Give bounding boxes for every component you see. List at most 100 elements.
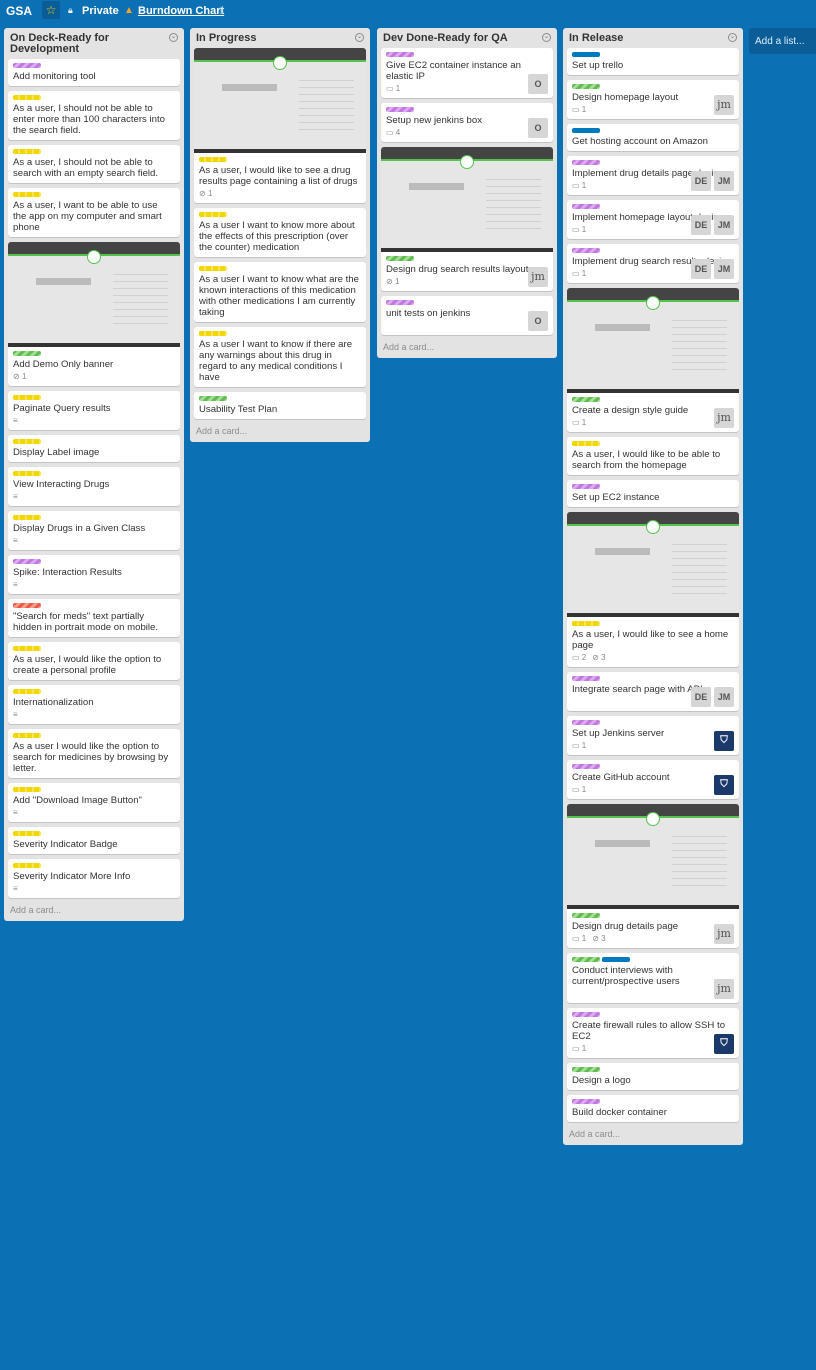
card[interactable]: As a user I want to know more about the …: [194, 208, 366, 257]
member-avatar[interactable]: JM: [714, 215, 734, 235]
member-avatar[interactable]: DE: [691, 687, 711, 707]
red-label[interactable]: [13, 603, 41, 608]
yellow-label[interactable]: [13, 515, 41, 520]
member-avatar[interactable]: DE: [691, 215, 711, 235]
member-avatar[interactable]: DE: [691, 259, 711, 279]
card[interactable]: As a user, I would like the option to cr…: [8, 642, 180, 680]
card[interactable]: Design drug details page ▭ 1 ⊘ 3 jm: [567, 804, 739, 948]
yellow-label[interactable]: [572, 621, 600, 626]
add-list-button[interactable]: Add a list...: [749, 28, 816, 54]
green-label[interactable]: [386, 256, 414, 261]
member-avatar[interactable]: jm: [714, 924, 734, 944]
card[interactable]: Add Demo Only banner ⊘ 1: [8, 242, 180, 386]
card[interactable]: Create GitHub account ▭ 1 ⛉: [567, 760, 739, 799]
card[interactable]: As a user, I want to be able to use the …: [8, 188, 180, 237]
card[interactable]: Display Label image: [8, 435, 180, 462]
card[interactable]: Create a design style guide ▭ 1 jm: [567, 288, 739, 432]
card[interactable]: Integrate search page with API DE JM: [567, 672, 739, 711]
yellow-label[interactable]: [13, 192, 41, 197]
member-avatar[interactable]: jm: [714, 95, 734, 115]
yellow-label[interactable]: [13, 831, 41, 836]
yellow-label[interactable]: [13, 689, 41, 694]
blue-label[interactable]: [602, 957, 630, 962]
card[interactable]: Get hosting account on Amazon: [567, 124, 739, 151]
member-avatar[interactable]: JM: [714, 171, 734, 191]
card[interactable]: Implement drug details page design ▭ 1 DE J…: [567, 156, 739, 195]
card[interactable]: View Interacting Drugs ≡: [8, 467, 180, 506]
purple-label[interactable]: [572, 676, 600, 681]
purple-label[interactable]: [572, 160, 600, 165]
burndown-chart-link[interactable]: Burndown Chart: [138, 5, 224, 17]
green-label[interactable]: [572, 913, 600, 918]
purple-label[interactable]: [572, 204, 600, 209]
add-card-link[interactable]: Add a card...: [4, 903, 184, 921]
list-menu-icon[interactable]: ⌄: [355, 33, 364, 42]
purple-label[interactable]: [13, 63, 41, 68]
purple-label[interactable]: [572, 248, 600, 253]
card[interactable]: Severity Indicator More Info ≡: [8, 859, 180, 898]
yellow-label[interactable]: [13, 787, 41, 792]
card[interactable]: Spike: Interaction Results ≡: [8, 555, 180, 594]
yellow-label[interactable]: [13, 95, 41, 100]
card[interactable]: As a user, I would like to be able to se…: [567, 437, 739, 475]
green-label[interactable]: [572, 84, 600, 89]
star-icon[interactable]: ☆: [42, 1, 60, 19]
yellow-label[interactable]: [199, 157, 227, 162]
avatar-shield-icon[interactable]: ⛉: [714, 775, 734, 795]
yellow-label[interactable]: [13, 471, 41, 476]
card[interactable]: Setup new jenkins box ▭ 4 O: [381, 103, 553, 142]
card[interactable]: As a user, I would like to see a home pa…: [567, 512, 739, 667]
purple-label[interactable]: [386, 300, 414, 305]
member-avatar[interactable]: jm: [714, 408, 734, 428]
avatar-shield-icon[interactable]: ⛉: [714, 1034, 734, 1054]
purple-label[interactable]: [572, 1012, 600, 1017]
card[interactable]: Add "Download Image Button" ≡: [8, 783, 180, 822]
card[interactable]: As a user, I would like to see a drug re…: [194, 48, 366, 203]
purple-label[interactable]: [572, 484, 600, 489]
member-avatar[interactable]: O: [528, 311, 548, 331]
card[interactable]: unit tests on jenkins O: [381, 296, 553, 335]
card[interactable]: As a user I want to know what are the kn…: [194, 262, 366, 322]
card[interactable]: Build docker container: [567, 1095, 739, 1122]
list-menu-icon[interactable]: ⌄: [728, 33, 737, 42]
list-menu-icon[interactable]: ⌄: [169, 33, 178, 42]
member-avatar[interactable]: DE: [691, 171, 711, 191]
member-avatar[interactable]: JM: [714, 259, 734, 279]
yellow-label[interactable]: [199, 212, 227, 217]
card[interactable]: Implement drug search results design ▭ 1D…: [567, 244, 739, 283]
card[interactable]: Paginate Query results ≡: [8, 391, 180, 430]
green-label[interactable]: [572, 957, 600, 962]
card[interactable]: Create firewall rules to allow SSH to EC…: [567, 1008, 739, 1058]
purple-label[interactable]: [386, 107, 414, 112]
green-label[interactable]: [572, 397, 600, 402]
card[interactable]: As a user, I should not be able to enter…: [8, 91, 180, 140]
card[interactable]: Set up trello: [567, 48, 739, 75]
card[interactable]: Severity Indicator Badge: [8, 827, 180, 854]
card[interactable]: Usability Test Plan: [194, 392, 366, 419]
green-label[interactable]: [199, 396, 227, 401]
avatar-shield-icon[interactable]: ⛉: [714, 731, 734, 751]
card[interactable]: Display Drugs in a Given Class ≡: [8, 511, 180, 550]
yellow-label[interactable]: [13, 863, 41, 868]
member-avatar[interactable]: O: [528, 74, 548, 94]
blue-label[interactable]: [572, 128, 600, 133]
add-card-link[interactable]: Add a card...: [563, 1127, 743, 1145]
green-label[interactable]: [13, 351, 41, 356]
yellow-label[interactable]: [13, 646, 41, 651]
member-avatar[interactable]: JM: [714, 687, 734, 707]
list-menu-icon[interactable]: ⌄: [542, 33, 551, 42]
powerup-icon[interactable]: ▯: [219, 5, 224, 16]
green-label[interactable]: [572, 1067, 600, 1072]
yellow-label[interactable]: [13, 149, 41, 154]
card[interactable]: Implement homepage layout design ▭ 1 DE JM: [567, 200, 739, 239]
member-avatar[interactable]: jm: [528, 267, 548, 287]
purple-label[interactable]: [572, 720, 600, 725]
card[interactable]: "Search for meds" text partially hidden …: [8, 599, 180, 637]
yellow-label[interactable]: [13, 439, 41, 444]
privacy-button[interactable]: Private: [82, 5, 119, 17]
add-card-link[interactable]: Add a card...: [377, 340, 557, 358]
card[interactable]: As a user I want to know if there are an…: [194, 327, 366, 387]
card[interactable]: Design homepage layout ▭ 1 jm: [567, 80, 739, 119]
card[interactable]: Add monitoring tool: [8, 59, 180, 86]
card[interactable]: Design drug search results layout ⊘ 1 jm: [381, 147, 553, 291]
